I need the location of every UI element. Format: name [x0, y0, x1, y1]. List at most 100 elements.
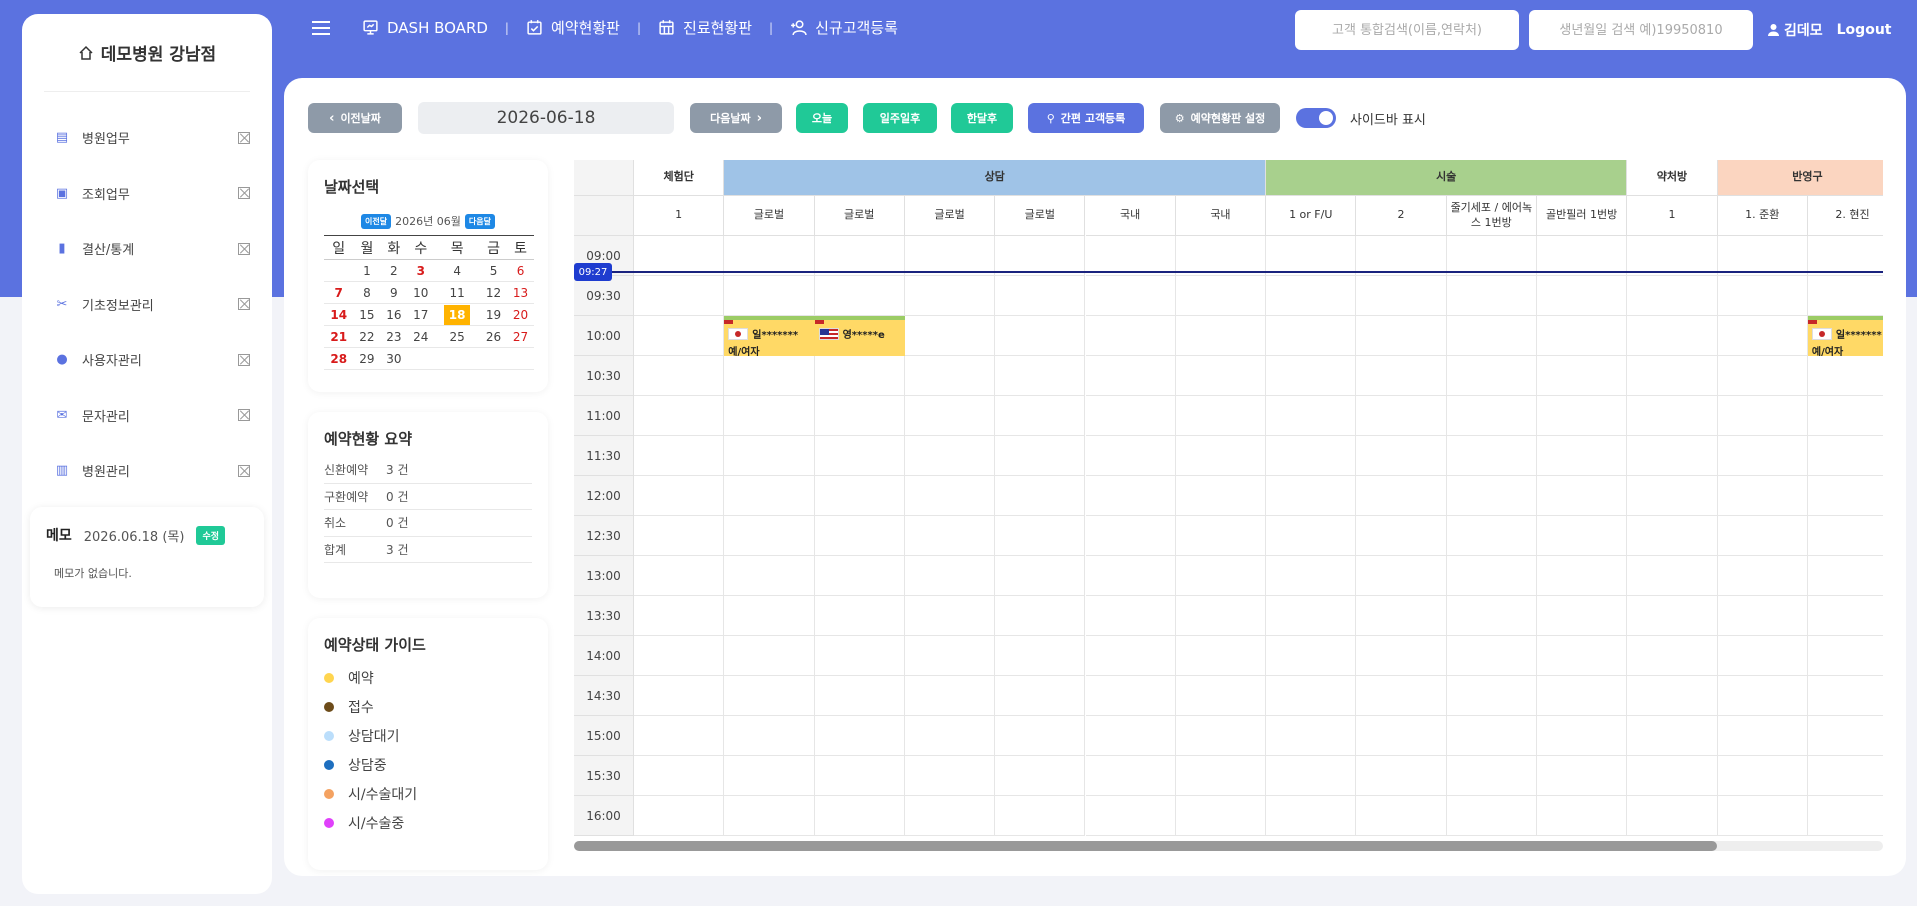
schedule-slot[interactable]	[1807, 516, 1883, 556]
schedule-slot[interactable]	[1356, 596, 1447, 636]
schedule-slot[interactable]	[1627, 556, 1718, 596]
calendar-day[interactable]: 27	[507, 325, 534, 348]
calendar-day[interactable]: 21	[324, 325, 354, 348]
schedule-slot[interactable]	[1717, 796, 1808, 836]
schedule-slot[interactable]	[814, 796, 905, 836]
schedule-slot[interactable]	[1266, 396, 1357, 436]
schedule-slot[interactable]	[724, 756, 815, 796]
expand-icon[interactable]	[238, 353, 250, 366]
expand-icon[interactable]	[238, 409, 250, 422]
schedule-slot[interactable]	[814, 396, 905, 436]
schedule-slot[interactable]	[634, 356, 725, 396]
schedule-slot[interactable]	[1717, 356, 1808, 396]
nav-treatment-board[interactable]: 진료현황판	[658, 17, 752, 38]
schedule-slot[interactable]	[1175, 356, 1267, 396]
sidebar-item[interactable]: ▥ 병원관리	[22, 443, 272, 499]
schedule-slot[interactable]	[1175, 796, 1267, 836]
schedule-slot[interactable]	[1266, 436, 1357, 476]
schedule-slot[interactable]	[1717, 236, 1808, 276]
schedule-slot[interactable]	[814, 476, 905, 516]
logout-link[interactable]: Logout	[1837, 22, 1892, 38]
schedule-slot[interactable]	[1807, 596, 1883, 636]
schedule-slot[interactable]	[1446, 476, 1537, 516]
schedule-slot[interactable]	[724, 276, 815, 316]
schedule-slot[interactable]	[904, 276, 996, 316]
prev-date-button[interactable]: ‹ 이전날짜	[308, 103, 402, 133]
memo-edit-button[interactable]: 수정	[196, 525, 225, 545]
schedule-slot[interactable]	[1717, 316, 1808, 356]
calendar-day[interactable]: 4	[434, 259, 481, 282]
sidebar-item[interactable]: ▣ 조회업무	[22, 166, 272, 222]
schedule-slot[interactable]	[1807, 716, 1883, 756]
schedule-slot[interactable]	[1717, 636, 1808, 676]
schedule-slot[interactable]	[904, 476, 996, 516]
schedule-slot[interactable]	[1266, 596, 1357, 636]
schedule-slot[interactable]	[1356, 476, 1447, 516]
appointment-card[interactable]: 영*****e	[814, 316, 905, 356]
calendar-day[interactable]: 20	[507, 303, 534, 326]
schedule-slot[interactable]	[814, 276, 905, 316]
schedule-slot[interactable]	[1717, 476, 1808, 516]
schedule-slot[interactable]	[1175, 396, 1267, 436]
schedule-slot[interactable]	[995, 356, 1086, 396]
schedule-slot[interactable]	[724, 516, 815, 556]
schedule-slot[interactable]	[814, 356, 905, 396]
schedule-slot[interactable]	[1085, 756, 1176, 796]
calendar-day[interactable]: 8	[353, 281, 381, 304]
schedule-slot[interactable]	[995, 316, 1086, 356]
schedule-slot[interactable]	[1537, 636, 1628, 676]
schedule-slot[interactable]	[1807, 236, 1883, 276]
birthdate-search-input[interactable]	[1529, 10, 1753, 50]
schedule-slot[interactable]	[904, 676, 996, 716]
calendar-day[interactable]: 15	[353, 303, 381, 326]
schedule-slot[interactable]	[1446, 596, 1537, 636]
schedule-slot[interactable]	[1807, 676, 1883, 716]
schedule-slot[interactable]	[1537, 356, 1628, 396]
grid-horizontal-scrollbar[interactable]	[574, 841, 1883, 851]
schedule-slot[interactable]	[1356, 396, 1447, 436]
schedule-slot[interactable]	[1446, 676, 1537, 716]
calendar-day[interactable]: 29	[353, 347, 381, 370]
schedule-slot[interactable]	[1356, 676, 1447, 716]
schedule-slot[interactable]	[904, 636, 996, 676]
schedule-slot[interactable]	[1446, 316, 1537, 356]
schedule-slot[interactable]	[1807, 796, 1883, 836]
schedule-slot[interactable]	[904, 756, 996, 796]
schedule-slot[interactable]	[1356, 636, 1447, 676]
schedule-slot[interactable]	[1085, 556, 1176, 596]
schedule-slot[interactable]	[1175, 516, 1267, 556]
schedule-slot[interactable]	[904, 716, 996, 756]
schedule-slot[interactable]	[724, 436, 815, 476]
schedule-slot[interactable]	[1266, 356, 1357, 396]
schedule-slot[interactable]	[1537, 716, 1628, 756]
schedule-slot[interactable]	[1356, 356, 1447, 396]
schedule-slot[interactable]	[1266, 276, 1357, 316]
schedule-slot[interactable]	[1807, 436, 1883, 476]
schedule-slot[interactable]	[1085, 276, 1176, 316]
calendar-day[interactable]: 5	[480, 259, 508, 282]
schedule-slot[interactable]	[1627, 516, 1718, 556]
schedule-slot[interactable]	[1446, 356, 1537, 396]
schedule-slot[interactable]	[904, 796, 996, 836]
schedule-slot[interactable]	[1085, 796, 1176, 836]
schedule-slot[interactable]	[995, 516, 1086, 556]
schedule-slot[interactable]	[1085, 676, 1176, 716]
schedule-slot[interactable]	[1175, 316, 1267, 356]
schedule-slot[interactable]	[1356, 436, 1447, 476]
schedule-slot[interactable]	[1175, 596, 1267, 636]
schedule-slot[interactable]	[634, 236, 725, 276]
schedule-slot[interactable]	[1085, 316, 1176, 356]
schedule-slot[interactable]	[1537, 756, 1628, 796]
schedule-slot[interactable]	[1627, 636, 1718, 676]
customer-search-input[interactable]	[1295, 10, 1519, 50]
appointment-card[interactable]: 일******* 예/여자	[1807, 316, 1883, 356]
schedule-slot[interactable]	[1627, 476, 1718, 516]
schedule-slot[interactable]	[814, 516, 905, 556]
schedule-slot[interactable]	[634, 316, 725, 356]
schedule-slot[interactable]	[1446, 636, 1537, 676]
schedule-slot[interactable]	[1085, 636, 1176, 676]
next-month-button[interactable]: 다음달	[464, 213, 495, 229]
schedule-slot[interactable]	[995, 636, 1086, 676]
schedule-slot[interactable]	[995, 556, 1086, 596]
schedule-slot[interactable]	[1537, 236, 1628, 276]
